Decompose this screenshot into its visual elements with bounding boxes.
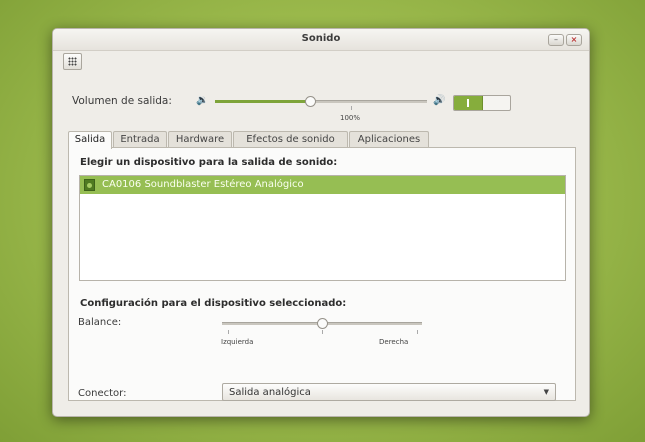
output-device-list[interactable]: CA0106 Soundblaster Estéreo Analógico — [79, 175, 566, 281]
balance-slider-knob[interactable] — [317, 318, 328, 329]
titlebar[interactable]: Sonido – × — [53, 29, 589, 51]
sound-settings-window: Sonido – × Volumen de salida: 🔉 100% 🔊 S… — [52, 28, 590, 417]
balance-label: Balance: — [78, 317, 122, 328]
choose-device-heading: Elegir un dispositivo para la salida de … — [80, 157, 338, 168]
connector-value: Salida analógica — [229, 387, 311, 398]
grid-icon — [68, 57, 77, 66]
minimize-button[interactable]: – — [548, 34, 564, 46]
speaker-low-icon: 🔉 — [196, 95, 209, 106]
sound-card-icon — [84, 179, 95, 191]
volume-slider-knob[interactable] — [305, 96, 317, 107]
output-volume-slider[interactable] — [215, 96, 427, 107]
show-applications-button[interactable] — [63, 53, 82, 70]
device-config-heading: Configuración para el dispositivo selecc… — [80, 298, 347, 309]
balance-slider[interactable] — [222, 318, 422, 329]
balance-center-tick — [322, 330, 323, 334]
device-name: CA0106 Soundblaster Estéreo Analógico — [102, 179, 304, 190]
balance-left-label: Izquierda — [221, 338, 254, 346]
tab-aplicaciones[interactable]: Aplicaciones — [349, 131, 429, 147]
output-tab-panel: Elegir un dispositivo para la salida de … — [68, 147, 576, 401]
volume-100-label: 100% — [340, 114, 361, 122]
balance-left-tick — [228, 330, 229, 334]
close-button[interactable]: × — [566, 34, 582, 46]
connector-label: Conector: — [78, 388, 127, 399]
speaker-high-icon: 🔊 — [433, 95, 446, 106]
balance-right-tick — [417, 330, 418, 334]
tab-entrada[interactable]: Entrada — [113, 131, 167, 147]
device-row-selected[interactable]: CA0106 Soundblaster Estéreo Analógico — [80, 176, 565, 194]
volume-slider-fill — [215, 100, 311, 103]
tab-salida[interactable]: Salida — [68, 131, 112, 149]
volume-100-tick — [351, 106, 352, 110]
connector-select[interactable]: Salida analógica ▼ — [222, 383, 556, 401]
balance-right-label: Derecha — [379, 338, 409, 346]
switch-on-indicator — [467, 99, 469, 107]
switch-on-state — [454, 96, 483, 110]
chevron-down-icon: ▼ — [543, 388, 549, 396]
output-volume-label: Volumen de salida: — [72, 95, 172, 107]
tab-efectos-de-sonido[interactable]: Efectos de sonido — [233, 131, 348, 147]
volume-on-off-switch[interactable] — [453, 95, 511, 111]
tab-hardware[interactable]: Hardware — [168, 131, 232, 147]
window-title: Sonido — [301, 33, 341, 44]
